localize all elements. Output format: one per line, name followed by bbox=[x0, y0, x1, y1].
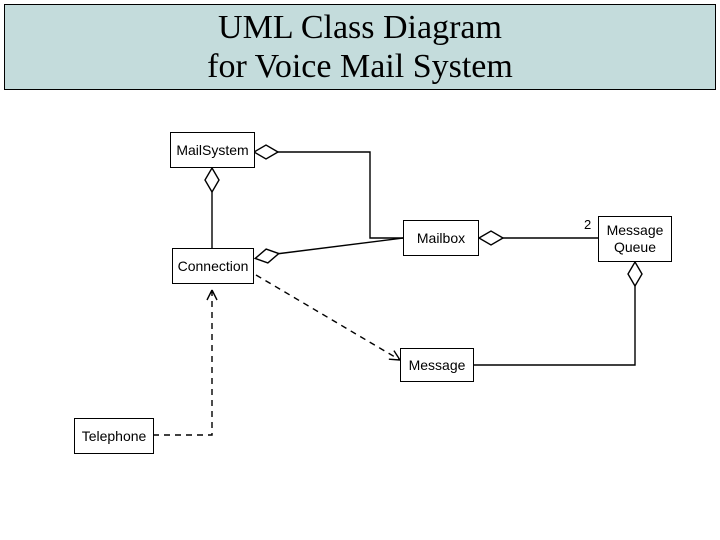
class-message-queue: Message Queue bbox=[598, 216, 672, 262]
diamond-connection-right-upper bbox=[254, 248, 280, 265]
diamond-mqueue-bottom bbox=[628, 262, 642, 286]
class-connection: Connection bbox=[172, 248, 254, 284]
multiplicity-mailbox-mqueue: 2 bbox=[584, 217, 591, 232]
edge-mailsystem-mailbox bbox=[274, 152, 403, 238]
edge-mqueue-message bbox=[474, 282, 635, 365]
class-telephone: Telephone bbox=[74, 418, 154, 454]
title-bar: UML Class Diagram for Voice Mail System bbox=[4, 4, 716, 90]
edge-telephone-connection bbox=[153, 290, 212, 435]
class-mailsystem: MailSystem bbox=[170, 132, 255, 168]
edge-connection-message bbox=[256, 275, 400, 360]
class-mailbox: Mailbox bbox=[403, 220, 479, 256]
edge-connection-mailbox bbox=[276, 238, 403, 254]
page-title: UML Class Diagram for Voice Mail System bbox=[207, 8, 513, 86]
class-message: Message bbox=[400, 348, 474, 382]
diamond-mailsystem-bottom bbox=[205, 168, 219, 192]
diamond-mailbox-right bbox=[479, 231, 503, 245]
diamond-mailsystem-right bbox=[254, 145, 278, 159]
diagram-stage: UML Class Diagram for Voice Mail System … bbox=[0, 0, 720, 540]
